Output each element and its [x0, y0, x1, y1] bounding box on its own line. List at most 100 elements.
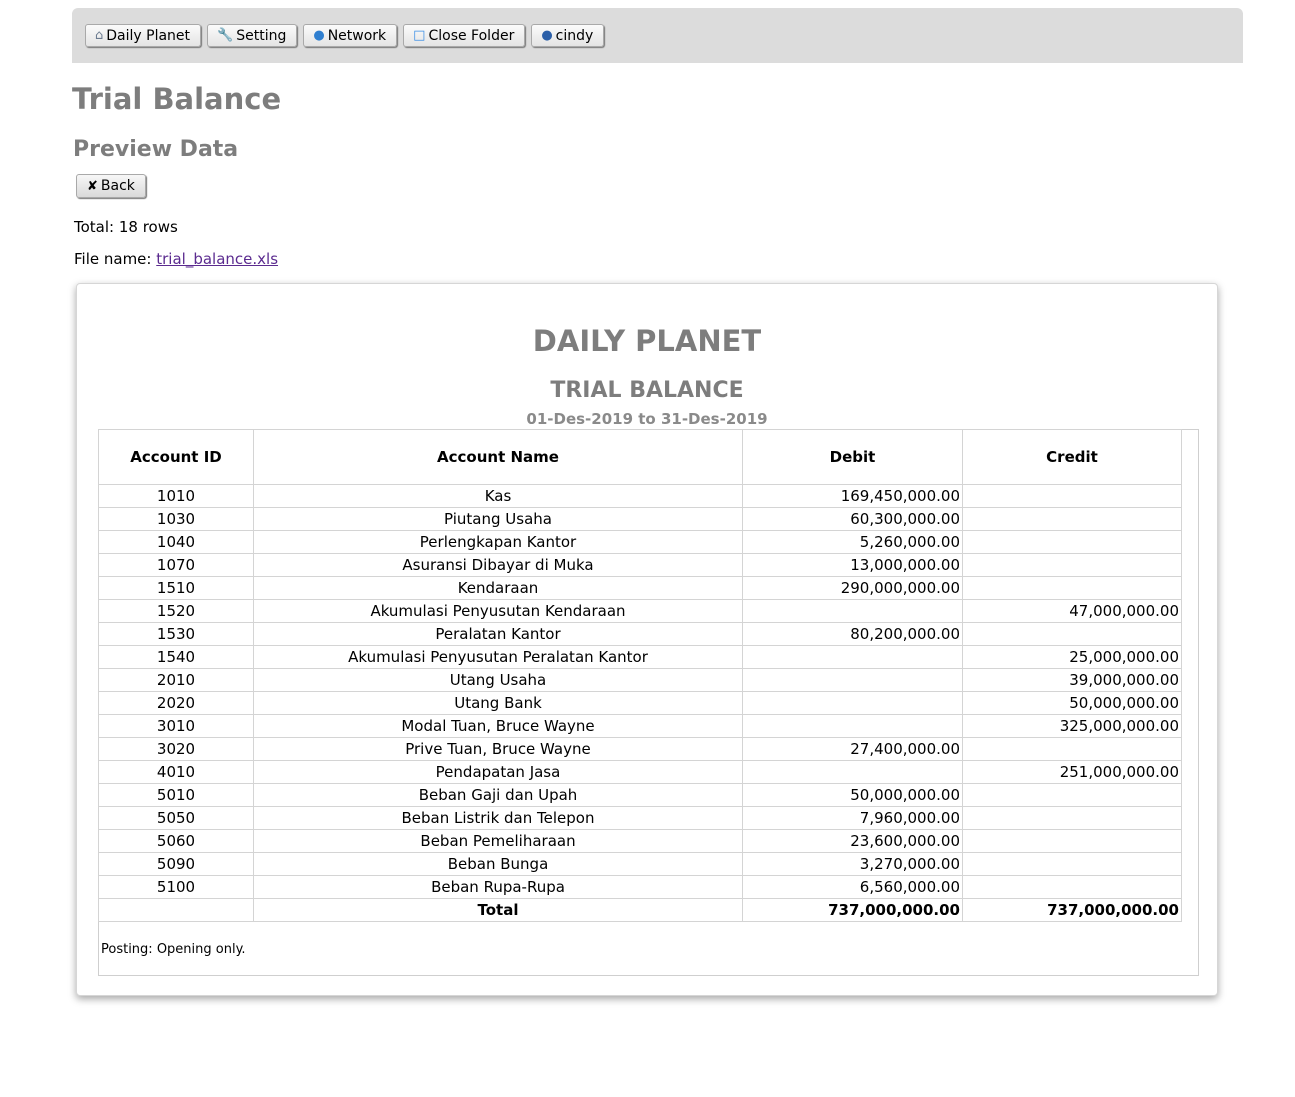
page-subtitle: Preview Data — [73, 137, 239, 162]
table-cell: Utang Usaha — [253, 668, 743, 692]
table-cell: Beban Gaji dan Upah — [253, 783, 743, 807]
table-cell: 1540 — [98, 645, 254, 669]
table-cell: 1520 — [98, 599, 254, 623]
table-cell: 5,260,000.00 — [742, 530, 963, 554]
table-cell: 23,600,000.00 — [742, 829, 963, 853]
folder-icon: □ — [413, 28, 426, 43]
file-name-prefix: File name: — [74, 250, 152, 268]
file-name-link[interactable]: trial_balance.xls — [156, 250, 278, 268]
table-cell: 50,000,000.00 — [742, 783, 963, 807]
report-company: DAILY PLANET — [532, 324, 762, 358]
table-cell: 2020 — [98, 691, 254, 715]
column-header: Account ID — [98, 429, 254, 485]
table-cell: 290,000,000.00 — [742, 576, 963, 600]
table-cell: Akumulasi Penyusutan Kendaraan — [253, 599, 743, 623]
table-cell — [742, 760, 963, 784]
table-row: 5090 Beban Bunga 3,270,000.00 — [98, 852, 1182, 876]
table-cell: Modal Tuan, Bruce Wayne — [253, 714, 743, 738]
table-row: 2020 Utang Bank 50,000,000.00 — [98, 691, 1182, 715]
setting-label: Setting — [236, 27, 287, 44]
total-rows-text: Total: 18 rows — [74, 218, 178, 236]
table-cell: 6,560,000.00 — [742, 875, 963, 899]
home-icon: ⌂ — [95, 28, 104, 43]
wrench-icon: 🔧 — [217, 28, 234, 43]
table-cell: 5060 — [98, 829, 254, 853]
table-cell: 25,000,000.00 — [962, 645, 1182, 669]
table-row: 5060 Beban Pemeliharaan 23,600,000.00 — [98, 829, 1182, 853]
user-name-label: cindy — [555, 27, 594, 44]
table-row: 1030 Piutang Usaha 60,300,000.00 — [98, 507, 1182, 531]
report-panel: DAILY PLANET TRIAL BALANCE 01-Des-2019 t… — [76, 283, 1218, 996]
page-title: Trial Balance — [72, 82, 282, 116]
table-cell: 3010 — [98, 714, 254, 738]
table-row: 3010 Modal Tuan, Bruce Wayne 325,000,000.0… — [98, 714, 1182, 738]
table-cell: 2010 — [98, 668, 254, 692]
table-row: 1540 Akumulasi Penyusutan Peralatan Kanto… — [98, 645, 1182, 669]
table-cell: Utang Bank — [253, 691, 743, 715]
table-cell: Prive Tuan, Bruce Wayne — [253, 737, 743, 761]
column-header: Account Name — [253, 429, 743, 485]
table-row: 1520 Akumulasi Penyusutan Kendaraan 47,000… — [98, 599, 1182, 623]
table-cell — [962, 622, 1182, 646]
table-row: 1010 Kas 169,450,000.00 — [98, 484, 1182, 508]
table-cell — [962, 507, 1182, 531]
report-period: 01-Des-2019 to 31-Des-2019 — [526, 410, 768, 428]
table-row: 2010 Utang Usaha 39,000,000.00 — [98, 668, 1182, 692]
table-row: 5100 Beban Rupa-Rupa 6,560,000.00 — [98, 875, 1182, 899]
close-folder-button[interactable]: □ Close Folder — [403, 24, 526, 47]
table-cell — [962, 829, 1182, 853]
table-cell: 1510 — [98, 576, 254, 600]
table-cell: 169,450,000.00 — [742, 484, 963, 508]
column-header: Credit — [962, 429, 1182, 485]
user-icon: ● — [541, 28, 553, 43]
trial-balance-container: Account ID Account Name Debit Credit 101… — [98, 429, 1199, 976]
daily-planet-label: Daily Planet — [106, 27, 191, 44]
table-cell: 325,000,000.00 — [962, 714, 1182, 738]
daily-planet-button[interactable]: ⌂ Daily Planet — [85, 24, 202, 47]
table-cell — [742, 691, 963, 715]
table-cell: 3020 — [98, 737, 254, 761]
table-cell — [962, 576, 1182, 600]
table-cell: Asuransi Dibayar di Muka — [253, 553, 743, 577]
table-cell: Piutang Usaha — [253, 507, 743, 531]
table-cell: 47,000,000.00 — [962, 599, 1182, 623]
table-cell: 5090 — [98, 852, 254, 876]
table-cell: Perlengkapan Kantor — [253, 530, 743, 554]
table-cell: Akumulasi Penyusutan Peralatan Kantor — [253, 645, 743, 669]
back-button[interactable]: ✘ Back — [76, 174, 146, 198]
table-cell: 5100 — [98, 875, 254, 899]
table-cell: 7,960,000.00 — [742, 806, 963, 830]
report-title: TRIAL BALANCE — [550, 378, 744, 403]
table-cell — [962, 806, 1182, 830]
file-name-line: File name: trial_balance.xls — [74, 250, 278, 268]
table-cell: 80,200,000.00 — [742, 622, 963, 646]
trial-balance-table: Account ID Account Name Debit Credit 101… — [98, 429, 1182, 922]
table-cell: 1040 — [98, 530, 254, 554]
globe-icon: ● — [313, 28, 325, 43]
table-cell: Beban Rupa-Rupa — [253, 875, 743, 899]
table-cell: 50,000,000.00 — [962, 691, 1182, 715]
close-folder-label: Close Folder — [428, 27, 515, 44]
table-cell: 737,000,000.00 — [962, 898, 1182, 922]
back-label: Back — [100, 178, 135, 194]
table-cell: 5050 — [98, 806, 254, 830]
top-toolbar: ⌂ Daily Planet 🔧 Setting ● Network □ Clo… — [72, 8, 1243, 63]
network-button[interactable]: ● Network — [303, 24, 398, 47]
table-row: 1040 Perlengkapan Kantor 5,260,000.00 — [98, 530, 1182, 554]
table-row: 1510 Kendaraan 290,000,000.00 — [98, 576, 1182, 600]
table-row: 1070 Asuransi Dibayar di Muka 13,000,000.0… — [98, 553, 1182, 577]
table-cell: Beban Listrik dan Telepon — [253, 806, 743, 830]
column-header: Debit — [742, 429, 963, 485]
table-cell — [962, 530, 1182, 554]
table-cell: Total — [253, 898, 743, 922]
setting-button[interactable]: 🔧 Setting — [207, 24, 298, 47]
network-label: Network — [327, 27, 387, 44]
table-cell: 1030 — [98, 507, 254, 531]
table-cell — [962, 783, 1182, 807]
table-cell: 27,400,000.00 — [742, 737, 963, 761]
table-cell: Beban Bunga — [253, 852, 743, 876]
table-cell: 4010 — [98, 760, 254, 784]
table-cell: 13,000,000.00 — [742, 553, 963, 577]
user-menu-button[interactable]: ● cindy — [531, 24, 605, 47]
table-header-row: Account ID Account Name Debit Credit — [98, 429, 1182, 485]
